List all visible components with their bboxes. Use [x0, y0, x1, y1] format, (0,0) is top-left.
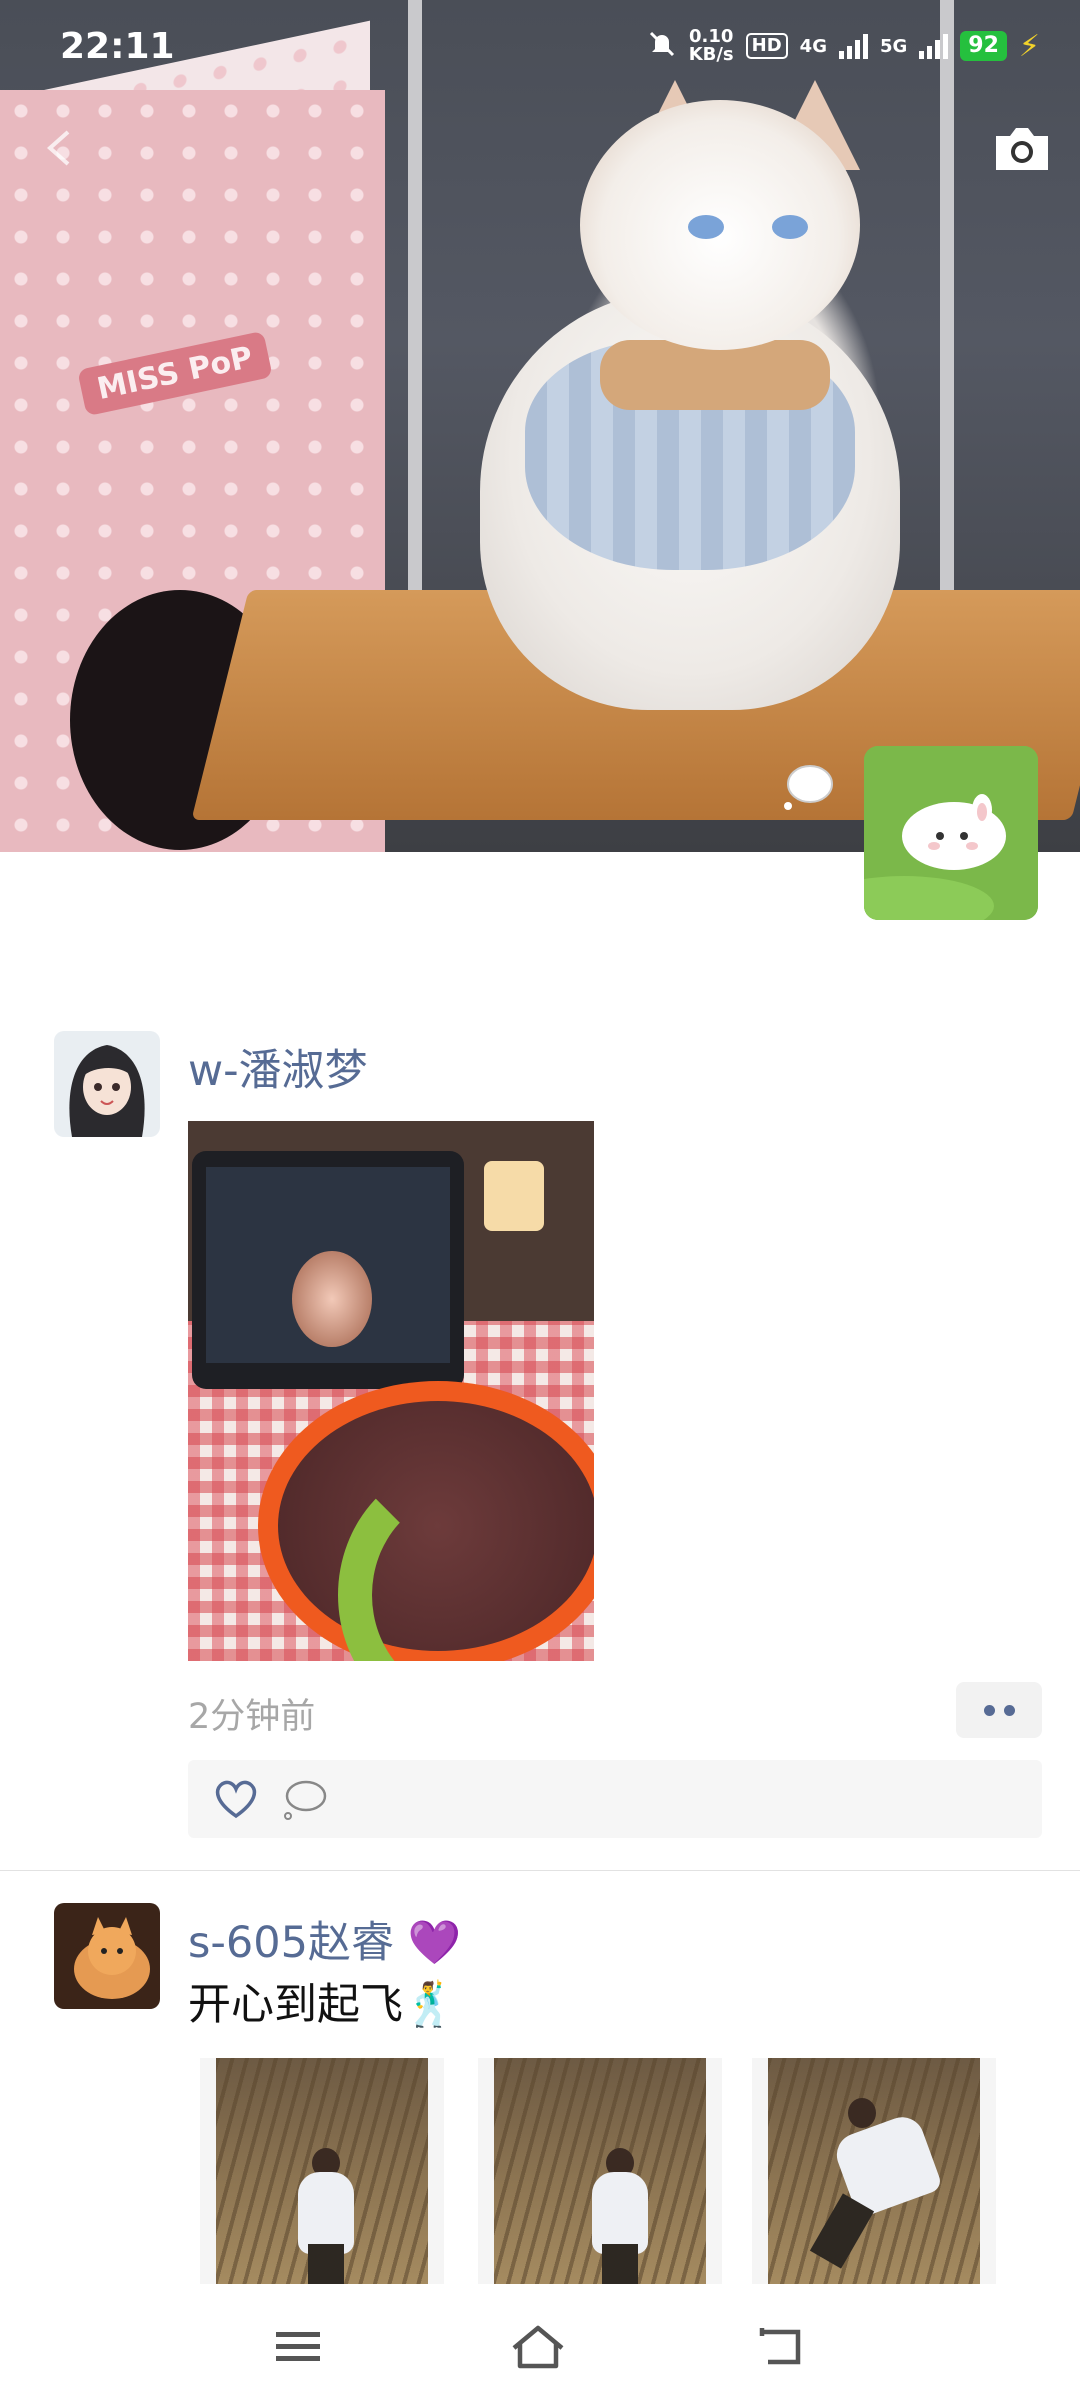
menu-icon[interactable] [272, 2322, 328, 2372]
user-avatar[interactable] [54, 1031, 160, 1137]
camera-icon[interactable] [992, 124, 1052, 174]
net-speed: 0.10 KB/s [688, 26, 734, 65]
sim2-label: 5G [879, 35, 908, 57]
thought-bubble-icon[interactable] [778, 760, 834, 816]
charging-icon: ⚡ [1018, 28, 1040, 64]
clock: 22:11 [60, 26, 175, 67]
heart-icon[interactable] [212, 1776, 260, 1822]
username[interactable]: s-605赵睿 💜 [188, 1908, 461, 1970]
cat-eye [772, 215, 808, 239]
post-photo[interactable] [188, 1121, 594, 1661]
post-text: 开心到起飞🕺 [188, 1980, 457, 2030]
back-arrow-icon[interactable] [40, 128, 80, 168]
home-icon[interactable] [510, 2322, 566, 2372]
post-photo[interactable] [752, 2058, 996, 2284]
dancing-emoji: 🕺 [403, 1980, 457, 2030]
status-bar: 22:11 0.10 KB/s HD 4G 5G 92 ⚡ [0, 0, 1080, 96]
post-photo[interactable] [200, 2058, 444, 2284]
post-photo[interactable] [478, 2058, 722, 2284]
signal-icon [919, 33, 949, 59]
hd-badge: HD [745, 33, 788, 59]
cat-eye [688, 215, 724, 239]
more-options-button[interactable] [956, 1682, 1042, 1738]
reaction-box [188, 1760, 1042, 1838]
comment-bubble-icon[interactable] [280, 1776, 328, 1822]
user-avatar[interactable] [54, 1903, 160, 2009]
sim1-label: 4G [799, 35, 827, 57]
profile-avatar[interactable] [864, 746, 1038, 920]
post-time: 2分钟前 [188, 1697, 316, 1737]
back-icon[interactable] [754, 2322, 810, 2372]
cat-collar [600, 340, 830, 410]
purple-heart-badge: 💜 [407, 1918, 462, 1968]
cover-photo[interactable]: MISS PoP 22:11 0.10 KB/s HD 4G 5G 92 ⚡ [0, 0, 1080, 852]
post-divider [0, 1870, 1080, 1871]
system-nav-bar [0, 2286, 1080, 2404]
username[interactable]: w-潘淑梦 [188, 1036, 368, 1098]
mute-icon [647, 29, 677, 64]
battery-level: 92 [960, 31, 1007, 61]
signal-icon [838, 33, 868, 59]
